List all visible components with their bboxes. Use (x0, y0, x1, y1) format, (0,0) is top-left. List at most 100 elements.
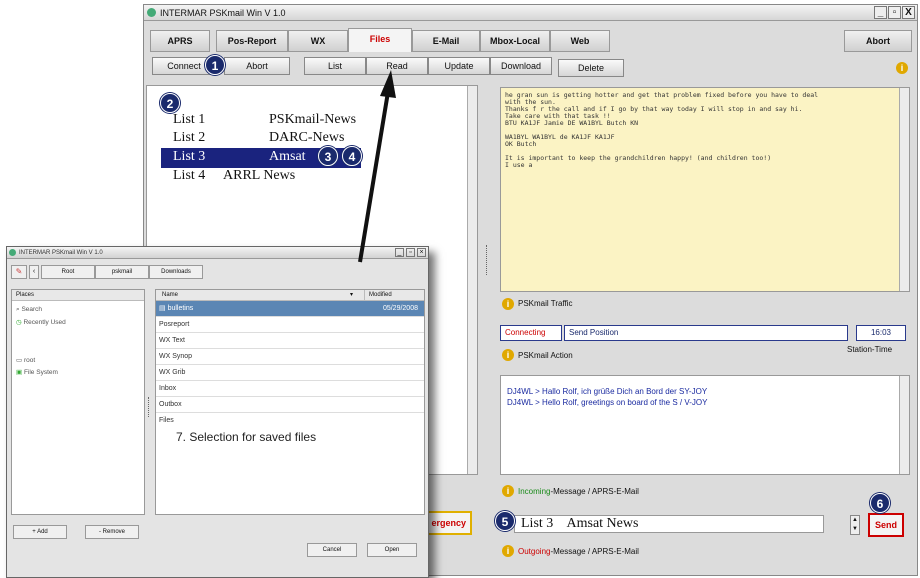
open-button[interactable]: Open (367, 543, 417, 557)
splitter-handle[interactable] (148, 397, 150, 417)
close-button[interactable]: X (902, 6, 915, 19)
cancel-button[interactable]: Cancel (307, 543, 357, 557)
info-icon: i (502, 298, 514, 310)
badge-3: 3 (318, 146, 338, 166)
list-item[interactable]: List 2 DARC-News (161, 130, 361, 148)
minimize-button[interactable]: _ (874, 6, 887, 19)
badge-6: 6 (870, 493, 890, 513)
outgoing-label-colored: Outgoing (518, 547, 551, 556)
update-button[interactable]: Update (428, 57, 490, 75)
place-root[interactable]: ▭ root (16, 356, 35, 364)
folder-icon: ▭ (16, 357, 24, 364)
tab-pos-report[interactable]: Pos-Report (216, 30, 288, 52)
traffic-scrollbar[interactable] (899, 88, 909, 291)
list-item-num: List 1 (173, 112, 206, 127)
outgoing-input[interactable]: List 3 Amsat News (514, 515, 824, 533)
send-button[interactable]: Send (868, 513, 904, 537)
incoming-scrollbar[interactable] (899, 376, 909, 474)
list-item-num: List 4 (173, 168, 206, 183)
delete-button[interactable]: Delete (558, 59, 624, 77)
file-row[interactable]: WX Grib (156, 365, 424, 381)
list-button[interactable]: List (304, 57, 366, 75)
place-label: File System (23, 369, 58, 376)
badge-4: 4 (342, 146, 362, 166)
incoming-area[interactable]: DJ4WL > Hallo Rolf, ich grüße Dich an Bo… (500, 375, 910, 475)
files-panel: Name ▾ Modified ▤ bulletins 05/29/2008 Po… (155, 289, 425, 515)
col-modified[interactable]: Modified (364, 290, 392, 301)
tab-wx[interactable]: WX (288, 30, 348, 52)
list-item-num: List 2 (173, 130, 206, 145)
incoming-label-colored: Incoming (518, 487, 551, 496)
app-icon (147, 8, 156, 17)
file-row-selected[interactable]: ▤ bulletins 05/29/2008 (156, 301, 424, 317)
col-name[interactable]: Name (162, 290, 178, 301)
file-row[interactable]: Posreport (156, 317, 424, 333)
add-place-button[interactable]: + Add (13, 525, 67, 539)
edit-path-button[interactable]: ✎ (11, 265, 27, 279)
badge-2: 2 (160, 93, 180, 113)
path-button-root[interactable]: Root (41, 265, 95, 279)
list-item[interactable]: List 1 PSKmail-News (161, 112, 361, 130)
file-row[interactable]: WX Text (156, 333, 424, 349)
list-scrollbar[interactable] (467, 86, 477, 474)
file-icon: ▤ (159, 305, 168, 312)
list-item-name: ARRL News (223, 168, 296, 183)
outgoing-spinner[interactable]: ▲ ▼ (850, 515, 860, 535)
back-button[interactable]: ‹ (29, 265, 39, 279)
list-item-num: List 3 (173, 149, 206, 164)
close-button[interactable]: × (417, 248, 426, 257)
tab-web[interactable]: Web (550, 30, 610, 52)
window-title: INTERMAR PSKmail Win V 1.0 (160, 8, 286, 18)
list-item-name: Amsat (269, 149, 306, 164)
tab-email[interactable]: E-Mail (412, 30, 480, 52)
file-row[interactable]: Inbox (156, 381, 424, 397)
info-icon: i (502, 545, 514, 557)
tab-mbox-local[interactable]: Mbox-Local (480, 30, 550, 52)
file-row[interactable]: Outbox (156, 397, 424, 413)
place-label: Recently Used (23, 319, 66, 326)
incoming-line: DJ4WL > Hallo Rolf, ich grüße Dich an Bo… (507, 387, 708, 396)
list-item-name: PSKmail-News (269, 112, 357, 127)
maximize-button[interactable]: ▫ (888, 6, 901, 19)
tab-aprs[interactable]: APRS (150, 30, 210, 52)
send-position-field[interactable]: Send Position (564, 325, 848, 341)
sort-arrow-icon: ▾ (350, 292, 354, 298)
file-row[interactable]: WX Synop (156, 349, 424, 365)
maximize-button[interactable]: ▫ (406, 248, 415, 257)
places-header: Places (12, 290, 144, 301)
traffic-text: he gran sun is getting hotter and get th… (505, 91, 819, 169)
dialog-title-bar: INTERMAR PSKmail Win V 1.0 (7, 247, 428, 259)
minimize-button[interactable]: _ (395, 248, 404, 257)
outgoing-value: List 3 Amsat News (521, 516, 639, 531)
path-button-pskmail[interactable]: pskmail (95, 265, 149, 279)
path-button-downloads[interactable]: Downloads (149, 265, 203, 279)
incoming-label-rest: -Message / APRS-E-Mail (550, 487, 639, 496)
badge-1: 1 (205, 55, 225, 75)
info-icon[interactable]: i (896, 62, 908, 74)
download-button[interactable]: Download (490, 57, 552, 75)
tab-files[interactable]: Files (348, 28, 412, 52)
abort-button[interactable]: Abort (224, 57, 290, 75)
list-item[interactable]: List 4 ARRL News (161, 168, 361, 186)
place-label: root (23, 357, 36, 364)
incoming-label: Incoming-Message / APRS-E-Mail (518, 487, 639, 496)
badge-5: 5 (495, 511, 515, 531)
places-panel: Places ⌕ Search ◷ Recently Used ▭ root ▣… (11, 289, 145, 515)
splitter-handle[interactable] (486, 245, 488, 275)
incoming-line: DJ4WL > Hello Rolf, greetings on board o… (507, 398, 708, 407)
drive-icon: ▣ (16, 369, 24, 376)
files-header: Name ▾ Modified (156, 290, 424, 301)
tab-abort[interactable]: Abort (844, 30, 912, 52)
traffic-area[interactable]: he gran sun is getting hotter and get th… (500, 87, 910, 292)
place-recently-used[interactable]: ◷ Recently Used (16, 318, 66, 326)
remove-place-button[interactable]: - Remove (85, 525, 139, 539)
app-icon (9, 249, 16, 256)
file-chooser-dialog: INTERMAR PSKmail Win V 1.0 _ ▫ × ✎ ‹ Roo… (6, 246, 429, 578)
read-button[interactable]: Read (366, 57, 428, 75)
file-row[interactable]: Files (156, 413, 424, 429)
traffic-label: PSKmail Traffic (518, 299, 573, 308)
place-file-system[interactable]: ▣ File System (16, 368, 58, 376)
info-icon: i (502, 349, 514, 361)
place-search[interactable]: ⌕ Search (16, 306, 42, 314)
connecting-status: Connecting (500, 325, 562, 341)
